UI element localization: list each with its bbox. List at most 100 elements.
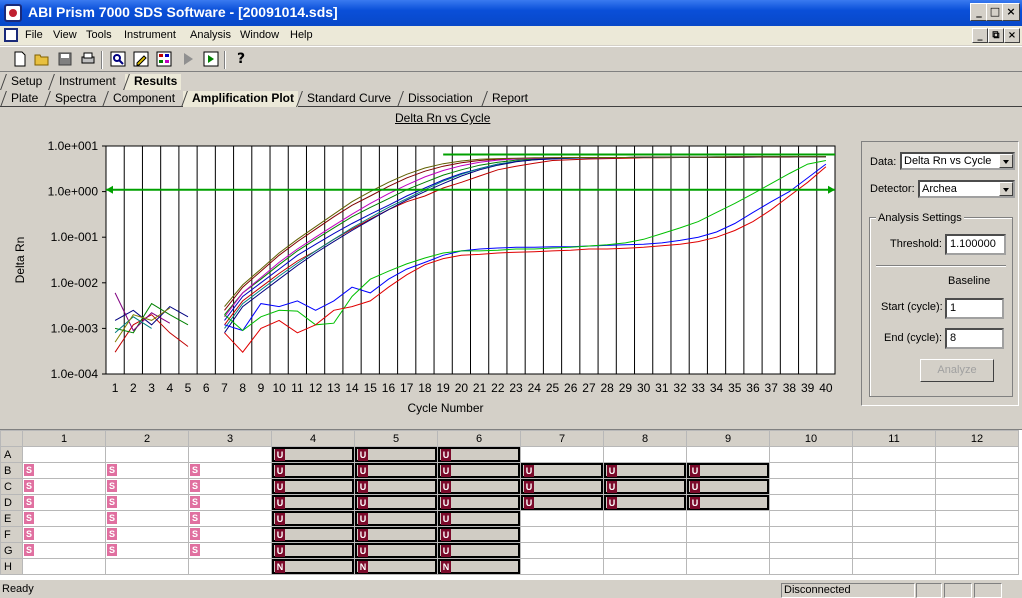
amplification-plot[interactable]: 1.0e+001 1.0e+000 1.0e-001 1.0e-002 1.0e-003…: [0, 128, 855, 428]
plate-well[interactable]: [852, 462, 936, 479]
plate-well[interactable]: U: [437, 494, 521, 511]
plate-well[interactable]: S: [22, 526, 106, 543]
plate-well[interactable]: N: [354, 558, 438, 575]
menu-instrument[interactable]: Instrument: [124, 29, 176, 41]
plate-well[interactable]: U: [271, 542, 355, 559]
help-icon[interactable]: ?: [233, 51, 249, 67]
plate-well[interactable]: U: [271, 494, 355, 511]
detector-select[interactable]: Archea: [918, 180, 1015, 198]
plate-well[interactable]: S: [105, 542, 189, 559]
tab-amplification-plot[interactable]: Amplification Plot: [183, 91, 298, 107]
plate-well[interactable]: U: [520, 462, 604, 479]
plate-column-header[interactable]: 3: [188, 430, 272, 447]
plate-well[interactable]: U: [354, 542, 438, 559]
plate-well[interactable]: [105, 558, 189, 575]
plate-well[interactable]: [769, 526, 853, 543]
tab-results[interactable]: Results: [125, 74, 182, 90]
start-cycle-input[interactable]: 1: [945, 298, 1004, 319]
mdi-restore-button[interactable]: ⧉: [988, 28, 1004, 43]
plate-column-header[interactable]: 1: [22, 430, 106, 447]
plate-well[interactable]: U: [437, 478, 521, 495]
print-icon[interactable]: [80, 51, 96, 67]
plate-well[interactable]: S: [105, 510, 189, 527]
plate-well[interactable]: [520, 526, 604, 543]
plate-well[interactable]: [852, 558, 936, 575]
plate-well[interactable]: [686, 558, 770, 575]
plate-well[interactable]: U: [271, 446, 355, 463]
menu-view[interactable]: View: [53, 29, 77, 41]
menu-analysis[interactable]: Analysis: [190, 29, 231, 41]
plate-well[interactable]: [935, 558, 1019, 575]
plate-well[interactable]: [935, 462, 1019, 479]
plate-well[interactable]: [935, 494, 1019, 511]
plate-well[interactable]: U: [354, 494, 438, 511]
plate-well[interactable]: U: [271, 462, 355, 479]
plate-well[interactable]: [188, 446, 272, 463]
plate-well[interactable]: N: [437, 558, 521, 575]
plate-well[interactable]: S: [105, 494, 189, 511]
plate-column-header[interactable]: 12: [935, 430, 1019, 447]
save-icon[interactable]: [57, 51, 73, 67]
plate-well[interactable]: U: [354, 446, 438, 463]
plate-well[interactable]: [935, 526, 1019, 543]
plate-well[interactable]: U: [603, 494, 687, 511]
plate-well[interactable]: [769, 510, 853, 527]
plate-well[interactable]: U: [271, 478, 355, 495]
tab-plate[interactable]: Plate: [2, 91, 42, 107]
plate-well[interactable]: [852, 494, 936, 511]
plate-well[interactable]: [686, 526, 770, 543]
tab-spectra[interactable]: Spectra: [46, 91, 100, 107]
plate-column-header[interactable]: 8: [603, 430, 687, 447]
plate-well[interactable]: U: [271, 526, 355, 543]
plate-column-header[interactable]: 5: [354, 430, 438, 447]
plate-well[interactable]: [852, 478, 936, 495]
plate-well[interactable]: U: [603, 478, 687, 495]
plate-well[interactable]: [603, 558, 687, 575]
plate-well[interactable]: [520, 446, 604, 463]
plate-well[interactable]: S: [188, 494, 272, 511]
plate-well[interactable]: U: [686, 494, 770, 511]
plate-row-header[interactable]: G: [0, 542, 23, 559]
plate-column-header[interactable]: 6: [437, 430, 521, 447]
plate-well[interactable]: S: [188, 526, 272, 543]
plate-well[interactable]: [520, 558, 604, 575]
plate-well[interactable]: U: [354, 526, 438, 543]
run-icon[interactable]: [180, 51, 196, 67]
plate-well[interactable]: S: [22, 542, 106, 559]
plate-well[interactable]: [852, 510, 936, 527]
chevron-down-icon[interactable]: [999, 182, 1013, 196]
plate-column-header[interactable]: 4: [271, 430, 355, 447]
plate-well[interactable]: [769, 478, 853, 495]
plate-well[interactable]: [852, 542, 936, 559]
plate-column-header[interactable]: 11: [852, 430, 936, 447]
plate-well[interactable]: S: [22, 494, 106, 511]
plate-well[interactable]: U: [686, 478, 770, 495]
mdi-close-button[interactable]: ×: [1004, 28, 1020, 43]
plate-well[interactable]: S: [188, 462, 272, 479]
plate-well[interactable]: S: [22, 510, 106, 527]
plate-well[interactable]: S: [105, 526, 189, 543]
plate-well[interactable]: [686, 446, 770, 463]
plate-well[interactable]: S: [188, 478, 272, 495]
menu-window[interactable]: Window: [240, 29, 279, 41]
edit-icon[interactable]: [133, 51, 149, 67]
plate-well[interactable]: [603, 446, 687, 463]
plate-well[interactable]: [22, 446, 106, 463]
tab-component[interactable]: Component: [104, 91, 179, 107]
plate-well[interactable]: [769, 494, 853, 511]
plate-well[interactable]: U: [520, 478, 604, 495]
plate-well[interactable]: U: [603, 462, 687, 479]
plate-well[interactable]: [603, 526, 687, 543]
plate-well[interactable]: [105, 446, 189, 463]
mdi-minimize-button[interactable]: _: [972, 28, 988, 43]
plate-well[interactable]: S: [22, 478, 106, 495]
plate-well[interactable]: [22, 558, 106, 575]
plate-well[interactable]: [935, 478, 1019, 495]
plate-row-header[interactable]: H: [0, 558, 23, 575]
run-instrument-icon[interactable]: [203, 51, 219, 67]
plate-row-header[interactable]: F: [0, 526, 23, 543]
plate-well[interactable]: [769, 558, 853, 575]
plate-well[interactable]: [852, 526, 936, 543]
plate-well[interactable]: [769, 462, 853, 479]
end-cycle-input[interactable]: 8: [945, 328, 1004, 349]
